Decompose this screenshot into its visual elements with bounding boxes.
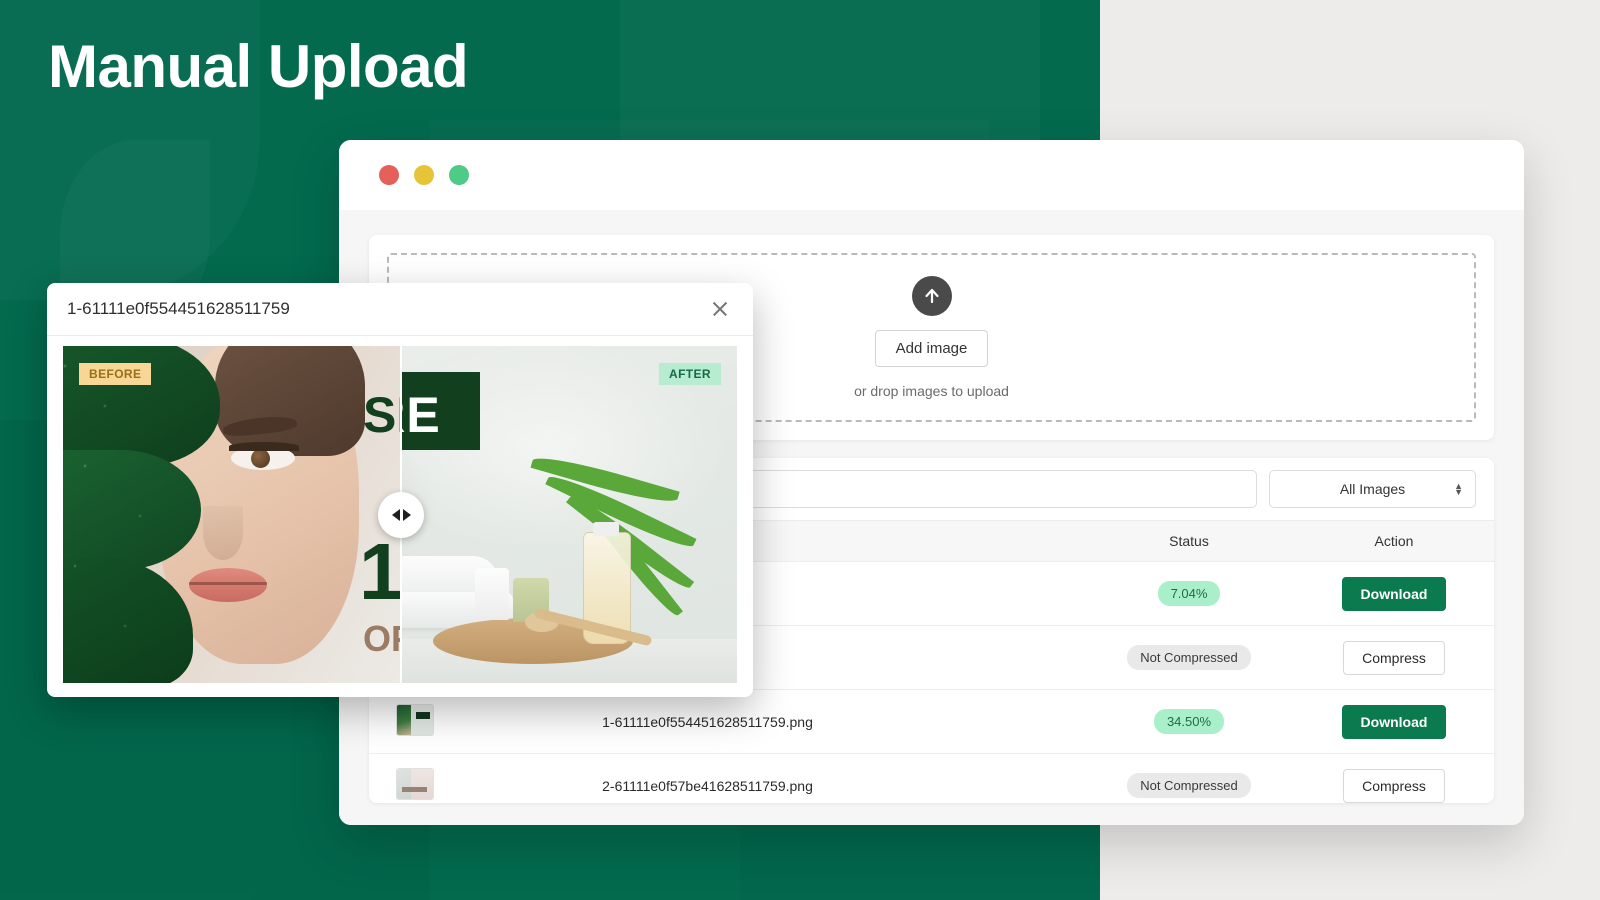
table-row[interactable]: 1-61111e0f554451628511759.png 34.50% Dow… bbox=[369, 689, 1494, 754]
leaf-water-drops bbox=[63, 346, 223, 683]
modal-header: 1-61111e0f554451628511759 bbox=[47, 283, 753, 336]
cell-status: 34.50% bbox=[1084, 689, 1294, 754]
cell-status: Not Compressed bbox=[1084, 753, 1294, 803]
arrow-right-icon bbox=[402, 509, 411, 521]
status-badge: Not Compressed bbox=[1127, 645, 1251, 670]
image-preview-modal: 1-61111e0f554451628511759 SKIN CARE bbox=[47, 283, 753, 697]
cell-action: Compress bbox=[1294, 753, 1494, 803]
compress-button[interactable]: Compress bbox=[1343, 768, 1445, 803]
window-maximize-dot[interactable] bbox=[449, 165, 469, 185]
cell-action: Compress bbox=[1294, 625, 1494, 690]
before-image: SKIN 10% OFF bbox=[63, 346, 400, 683]
cell-action: Download bbox=[1294, 561, 1494, 626]
column-header-action: Action bbox=[1294, 520, 1494, 562]
row-thumbnail bbox=[396, 704, 434, 736]
filter-select-value: All Images bbox=[1339, 481, 1406, 497]
table-row[interactable]: 2-61111e0f57be41628511759.png Not Compre… bbox=[369, 753, 1494, 803]
page-title: Manual Upload bbox=[48, 33, 469, 100]
modal-title: 1-61111e0f554451628511759 bbox=[67, 299, 290, 318]
candle-prop bbox=[475, 568, 509, 620]
cell-size bbox=[954, 561, 1084, 626]
column-header-size bbox=[954, 520, 1084, 562]
compress-button[interactable]: Compress bbox=[1343, 640, 1445, 675]
arrow-left-icon bbox=[391, 509, 400, 521]
cell-size bbox=[954, 753, 1084, 803]
download-button[interactable]: Download bbox=[1341, 576, 1447, 611]
download-button[interactable]: Download bbox=[1341, 704, 1447, 739]
model-eyelash bbox=[229, 442, 299, 451]
filter-select[interactable]: All Images ▲ ▼ bbox=[1269, 470, 1476, 508]
cell-size bbox=[954, 625, 1084, 690]
before-skin-text: SKIN bbox=[363, 387, 400, 443]
status-badge: Not Compressed bbox=[1127, 773, 1251, 798]
before-photo: SKIN 10% OFF bbox=[63, 346, 400, 683]
status-badge: 7.04% bbox=[1157, 581, 1221, 606]
status-badge: 34.50% bbox=[1153, 709, 1225, 734]
stepper-arrows-icon: ▲ ▼ bbox=[1454, 481, 1463, 497]
cell-filename: 1-61111e0f554451628511759.png bbox=[461, 689, 954, 754]
model-hair bbox=[215, 346, 365, 456]
cell-action: Download bbox=[1294, 689, 1494, 754]
model-iris bbox=[251, 449, 270, 468]
window-close-dot[interactable] bbox=[379, 165, 399, 185]
cell-thumbnail bbox=[369, 753, 461, 803]
cell-status: Not Compressed bbox=[1084, 625, 1294, 690]
cell-filename: 2-61111e0f57be41628511759.png bbox=[461, 753, 954, 803]
cell-size bbox=[954, 689, 1084, 754]
before-off-text: OFF bbox=[363, 618, 400, 659]
column-header-status: Status bbox=[1084, 520, 1294, 562]
row-thumbnail bbox=[396, 768, 434, 800]
cell-thumbnail bbox=[369, 689, 461, 754]
close-icon[interactable] bbox=[707, 296, 733, 322]
after-badge: AFTER bbox=[659, 363, 721, 385]
before-badge: BEFORE bbox=[79, 363, 152, 385]
drop-hint-text: or drop images to upload bbox=[854, 383, 1009, 399]
window-minimize-dot[interactable] bbox=[414, 165, 434, 185]
upload-arrow-icon bbox=[911, 276, 952, 316]
comparison-slider-handle[interactable] bbox=[378, 492, 424, 538]
before-discount-text: 10% bbox=[359, 527, 400, 616]
browser-chrome bbox=[339, 140, 1524, 211]
before-after-comparison[interactable]: SKIN CARE 10% OFF bbox=[63, 346, 737, 683]
cell-status: 7.04% bbox=[1084, 561, 1294, 626]
add-image-button[interactable]: Add image bbox=[874, 330, 989, 367]
bottle-cap-prop bbox=[593, 522, 619, 536]
